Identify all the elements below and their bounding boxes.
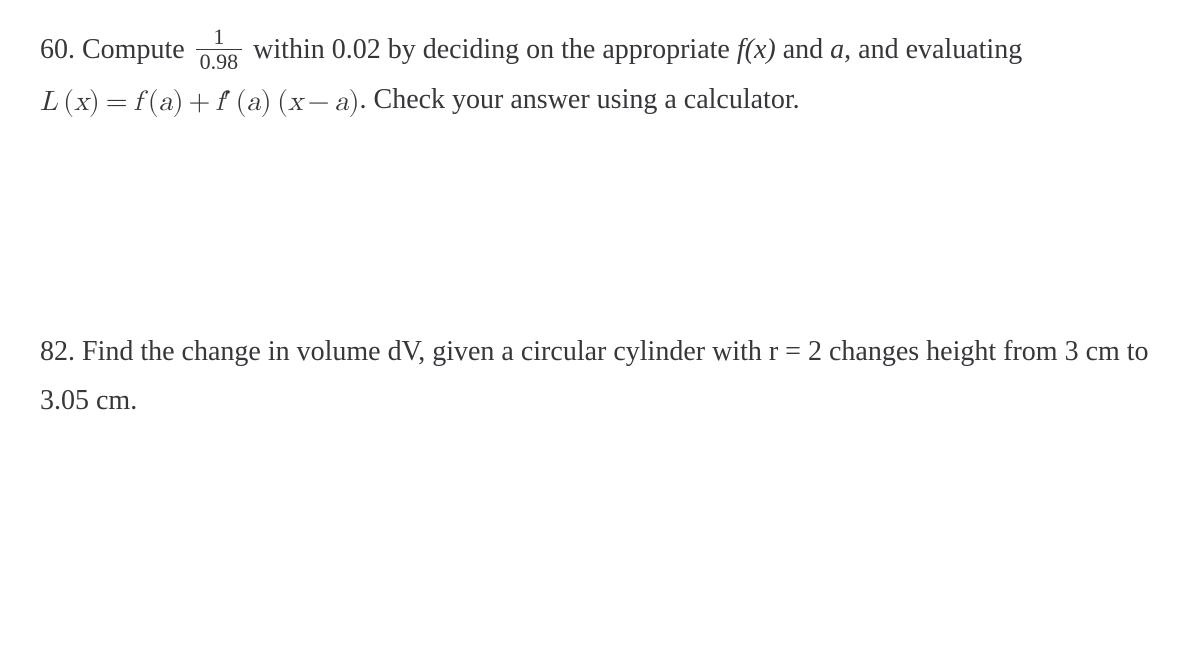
problem-text: , and evaluating	[844, 34, 1022, 65]
a-var: a	[159, 88, 173, 116]
problem-number: 82.	[40, 336, 75, 367]
problem-number: 60.	[40, 34, 75, 65]
paren-open: (	[148, 88, 159, 116]
problem-text: Find the change in volume dV, given a ci…	[40, 336, 1149, 416]
equals-sign: =	[106, 88, 128, 116]
a-var: a	[335, 88, 349, 116]
problem-text: and	[776, 34, 830, 65]
paren-close: )	[261, 88, 272, 116]
L-symbol: L	[40, 88, 58, 116]
problem-82: 82. Find the change in volume dV, given …	[40, 327, 1160, 425]
a-variable: a	[830, 34, 844, 65]
equation: L (x)=f (a)+f′ (a) (x−a)	[40, 77, 360, 127]
x-var: x	[74, 88, 89, 116]
problem-text: . Check your answer using a calculator.	[360, 84, 800, 115]
fraction-numerator: 1	[196, 26, 243, 50]
paren-open: (	[63, 88, 74, 116]
paren-close: )	[173, 88, 184, 116]
problem-text: Compute	[75, 34, 192, 65]
problem-text: within 0.02 by deciding on the appropria…	[246, 34, 737, 65]
paren-close: )	[349, 88, 360, 116]
a-var: a	[247, 88, 261, 116]
x-var: x	[288, 88, 303, 116]
fx-notation: f(x)	[737, 34, 776, 65]
problem-60: 60. Compute 10.98 within 0.02 by decidin…	[40, 25, 1160, 127]
f-symbol: f	[215, 88, 224, 116]
paren-open: (	[277, 88, 288, 116]
paren-open: (	[236, 88, 247, 116]
plus-sign: +	[189, 88, 211, 116]
fraction-denominator: 0.98	[196, 50, 243, 73]
f-symbol: f	[134, 88, 143, 116]
paren-close: )	[89, 88, 100, 116]
minus-sign: −	[308, 88, 330, 116]
fraction: 10.98	[196, 26, 243, 73]
